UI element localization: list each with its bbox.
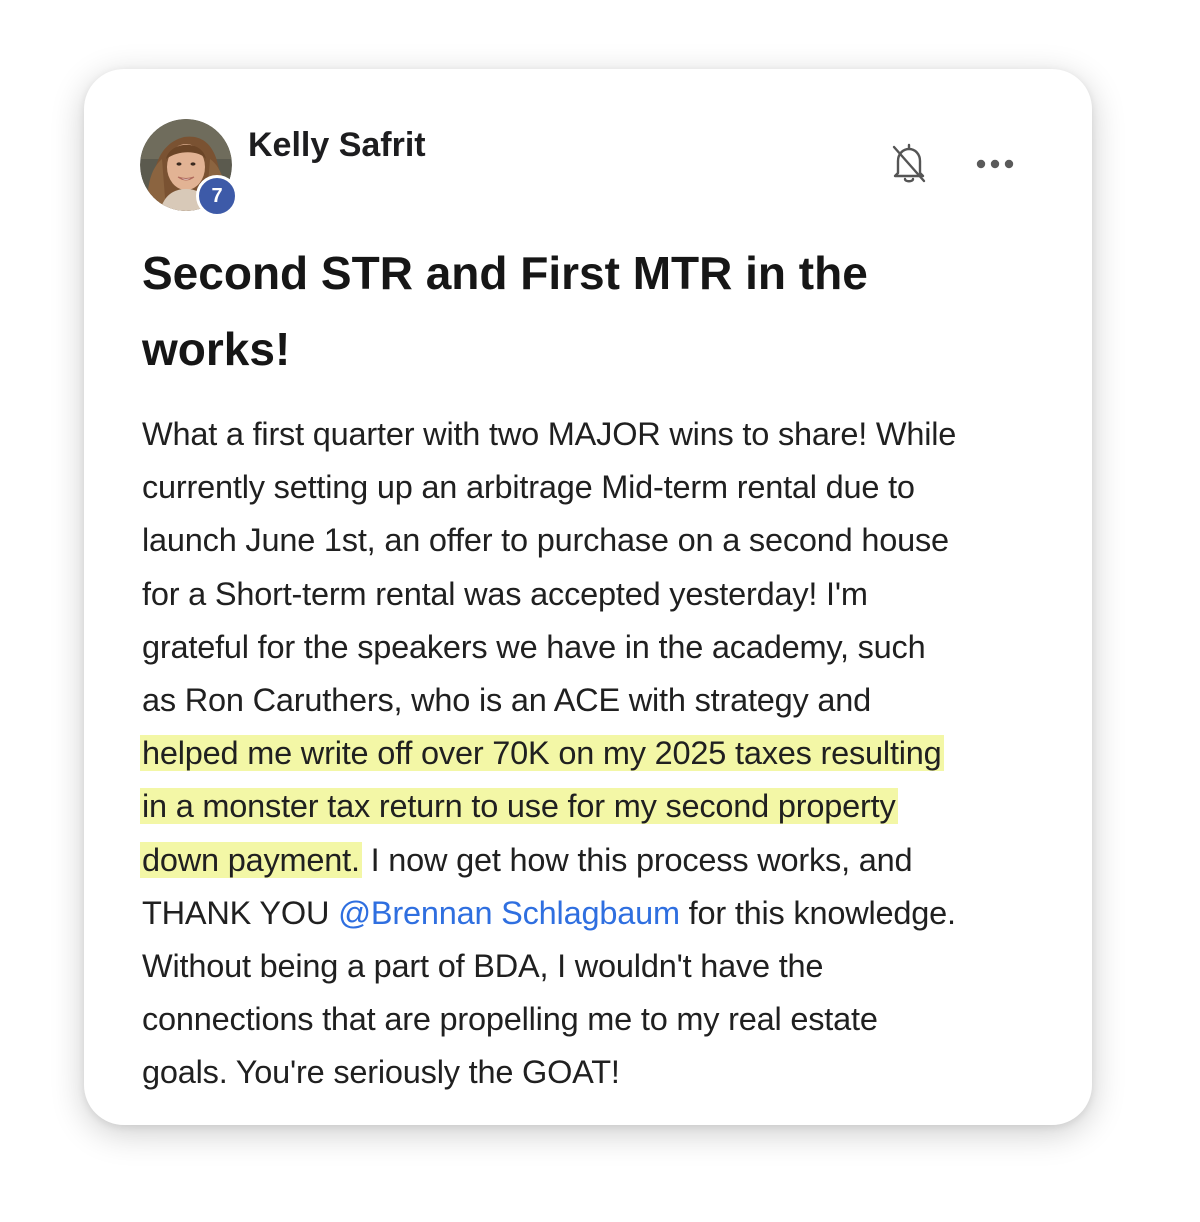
author-avatar[interactable]: 7 <box>140 119 238 217</box>
body-text: for this knowledge. <box>679 894 956 931</box>
level-badge: 7 <box>196 175 238 217</box>
body-line: What a first quarter with two MAJOR wins… <box>142 416 957 452</box>
body-line: grateful for the speakers we have in the… <box>142 628 926 665</box>
post-card: 7 Kelly Safrit Second STR and First MTR … <box>84 69 1092 1125</box>
body-line: currently setting up an arbitrage Mid-te… <box>142 469 915 506</box>
bell-muted-icon[interactable] <box>884 139 934 189</box>
highlighted-text: helped me write off over 70K on my 2025 … <box>140 735 944 772</box>
body-line: launch June 1st, an offer to purchase on… <box>142 522 949 559</box>
highlighted-text: in a monster tax return to use for my se… <box>140 788 898 825</box>
author-name[interactable]: Kelly Safrit <box>248 125 426 165</box>
post-body: What a first quarter with two MAJOR wins… <box>140 408 1052 1099</box>
body-line: for a Short-term rental was accepted yes… <box>142 575 868 612</box>
body-line: as Ron Caruthers, who is an ACE with str… <box>142 681 872 718</box>
body-line: connections that are propelling me to my… <box>142 1001 878 1038</box>
body-line: Without being a part of BDA, I wouldn't … <box>142 947 824 984</box>
highlighted-text: down payment. <box>140 841 362 878</box>
body-line-highlighted: down payment. I now get how this process… <box>140 834 1052 887</box>
body-line-highlighted: helped me write off over 70K on my 2025 … <box>140 727 1052 780</box>
body-line-highlighted: in a monster tax return to use for my se… <box>140 780 1052 833</box>
ellipsis-icon[interactable] <box>970 147 1020 181</box>
post-title: Second STR and First MTR in the works! <box>142 247 868 375</box>
body-line-mention: THANK YOU @Brennan Schlagbaum for this k… <box>142 887 1052 940</box>
user-mention-link[interactable]: @Brennan Schlagbaum <box>338 895 680 931</box>
body-text: I now get how this process works, and <box>361 841 913 878</box>
body-text: THANK YOU <box>142 894 339 931</box>
body-line: goals. You're seriously the GOAT! <box>142 1054 620 1091</box>
